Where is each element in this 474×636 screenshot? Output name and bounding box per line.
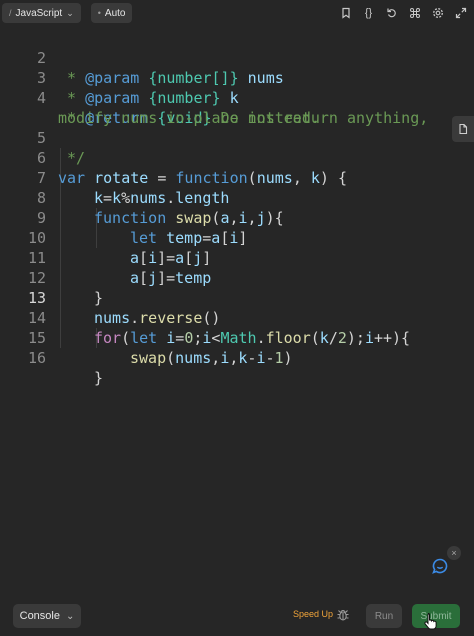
code-line: 4 * @return {void} Do not return anythin… (0, 68, 428, 127)
speed-up-link[interactable]: Speed Up (293, 609, 333, 619)
command-icon[interactable] (403, 3, 426, 23)
code-line-wrap: modify nums in-place instead. (0, 88, 320, 127)
language-selector[interactable]: / JavaScript ⌄ (2, 3, 81, 23)
code-text: a[j]=temp (130, 269, 212, 287)
code-line: 12 } (0, 248, 103, 307)
code-text: a[i]=a[j] (130, 249, 212, 267)
code-line: 11 a[j]=temp (0, 228, 211, 287)
code-line: 6 var rotate = function(nums, k) { (0, 128, 347, 187)
bug-icon[interactable] (336, 608, 350, 622)
code-line: 3 * @param {number} k (0, 48, 239, 107)
code-editor[interactable]: 2 * @param {number[]} nums 3 * @param {n… (0, 28, 474, 387)
pointer-cursor-icon (424, 613, 437, 630)
settings-icon[interactable] (426, 3, 449, 23)
code-line: 15 swap(nums,i,k-i-1) (0, 308, 293, 367)
code-text: } (94, 289, 104, 307)
code-text: let temp=a[i] (130, 229, 248, 247)
code-text: var rotate = function(nums, k) { (58, 169, 347, 187)
console-button[interactable]: Console ⌄ (13, 604, 81, 628)
code-line: 14 for(let i=0;i<Math.floor(k/2);i++){ (0, 288, 410, 347)
editor-toolbar: / JavaScript ⌄ • Auto {} (0, 0, 474, 26)
run-button[interactable]: Run (366, 604, 402, 628)
code-line: 16 } (0, 328, 103, 387)
code-text: for(let i=0;i<Math.floor(k/2);i++){ (94, 329, 411, 347)
bottom-bar: Console ⌄ Speed Up Run Submit (0, 600, 474, 636)
mode-selector[interactable]: • Auto (90, 3, 133, 23)
code-text: k=k%nums.length (94, 189, 230, 207)
side-panel-tab[interactable] (452, 116, 474, 142)
code-line: 8 function swap(a,i,j){ (0, 168, 284, 227)
expand-icon[interactable] (449, 3, 472, 23)
close-icon[interactable]: × (447, 546, 461, 560)
code-text: nums.reverse() (94, 309, 221, 327)
code-line-active: 13 nums.reverse() (0, 268, 221, 327)
chevron-down-icon: ⌄ (66, 7, 74, 18)
language-label: JavaScript (15, 7, 63, 19)
mode-label: Auto (104, 7, 126, 19)
code-text: swap(nums,i,k-i-1) (130, 349, 293, 367)
console-label: Console (19, 610, 60, 622)
mode-prefix: • (97, 8, 101, 18)
code-text: function swap(a,i,j){ (94, 209, 284, 227)
code-line: 9 let temp=a[i] (0, 188, 247, 247)
toolbar-actions: {} (334, 3, 472, 23)
bookmark-icon[interactable] (334, 3, 357, 23)
code-text: */ (58, 149, 86, 167)
code-line: 7 k=k%nums.length (0, 148, 230, 207)
chat-icon (432, 558, 448, 574)
code-text: } (94, 369, 104, 387)
code-text: modify nums in-place instead. (58, 109, 320, 127)
code-text: * @param {number[]} nums (58, 69, 284, 87)
chevron-down-icon: ⌄ (65, 610, 75, 622)
language-prefix: / (9, 8, 12, 18)
code-line: 5 */ (0, 108, 85, 167)
braces-icon[interactable]: {} (357, 3, 380, 23)
line-number: 16 (27, 349, 46, 367)
code-line: 10 a[i]=a[j] (0, 208, 211, 267)
reset-icon[interactable] (380, 3, 403, 23)
document-icon (459, 123, 468, 135)
braces-glyph: {} (364, 7, 373, 19)
code-line: 2 * @param {number[]} nums (0, 28, 284, 87)
code-text: * @param {number} k (58, 89, 239, 107)
